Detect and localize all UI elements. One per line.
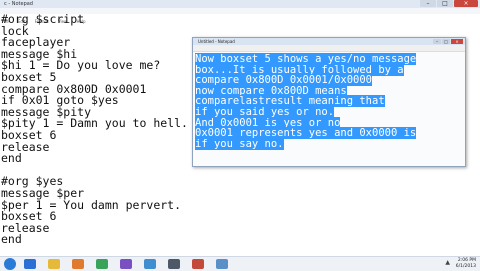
- window-controls: – □ ×: [420, 0, 478, 8]
- media-icon[interactable]: [72, 259, 84, 269]
- notepad-text-area[interactable]: Now boxset 5 shows a yes/no message box.…: [195, 53, 417, 150]
- app2-icon[interactable]: [168, 259, 180, 269]
- selected-text: if you say no.: [195, 137, 284, 150]
- app-icon[interactable]: [120, 259, 132, 269]
- clock-date: 6/1/2013: [455, 264, 476, 269]
- app-titlebar: c - Notepad – □ ×: [0, 0, 480, 8]
- folder-icon[interactable]: [48, 259, 60, 269]
- app3-icon[interactable]: [192, 259, 204, 269]
- ie-icon[interactable]: [24, 259, 36, 269]
- notepad-maximize-button[interactable]: □: [442, 39, 450, 44]
- selected-text-line: Now boxset 5 shows a yes/no message: [195, 53, 417, 65]
- maximize-button[interactable]: □: [437, 0, 453, 7]
- notepad-title: Untitled - Notepad: [198, 39, 235, 44]
- code-line: end: [1, 151, 22, 166]
- notepad-window[interactable]: Untitled - Notepad – □ × File Edit Forma…: [192, 37, 466, 167]
- chrome-icon[interactable]: [96, 259, 108, 269]
- notepad-controls: – □ ×: [433, 39, 463, 44]
- minimize-button[interactable]: –: [420, 0, 436, 7]
- notepad-minimize-button[interactable]: –: [433, 39, 441, 44]
- selected-text-line: if you said yes or no.: [195, 105, 416, 118]
- notepad-close-button[interactable]: ×: [451, 39, 463, 44]
- paint-icon[interactable]: [144, 259, 156, 269]
- window-title: c - Notepad: [4, 1, 33, 7]
- close-button[interactable]: ×: [454, 0, 478, 7]
- notepad-titlebar[interactable]: Untitled - Notepad – □ ×: [193, 38, 465, 45]
- notepad-menu-bar: File Edit Format View Help: [193, 45, 465, 61]
- taskbar: ▲ 2:06 PM 6/1/2013: [0, 256, 480, 271]
- selected-text-line: if you say no.: [195, 137, 416, 150]
- code-line: end: [1, 232, 22, 247]
- system-clock[interactable]: 2:06 PM 6/1/2013: [456, 258, 476, 270]
- tray-arrow-icon[interactable]: ▲: [445, 259, 450, 266]
- notepad-icon[interactable]: [216, 259, 228, 269]
- start-button[interactable]: [4, 258, 16, 270]
